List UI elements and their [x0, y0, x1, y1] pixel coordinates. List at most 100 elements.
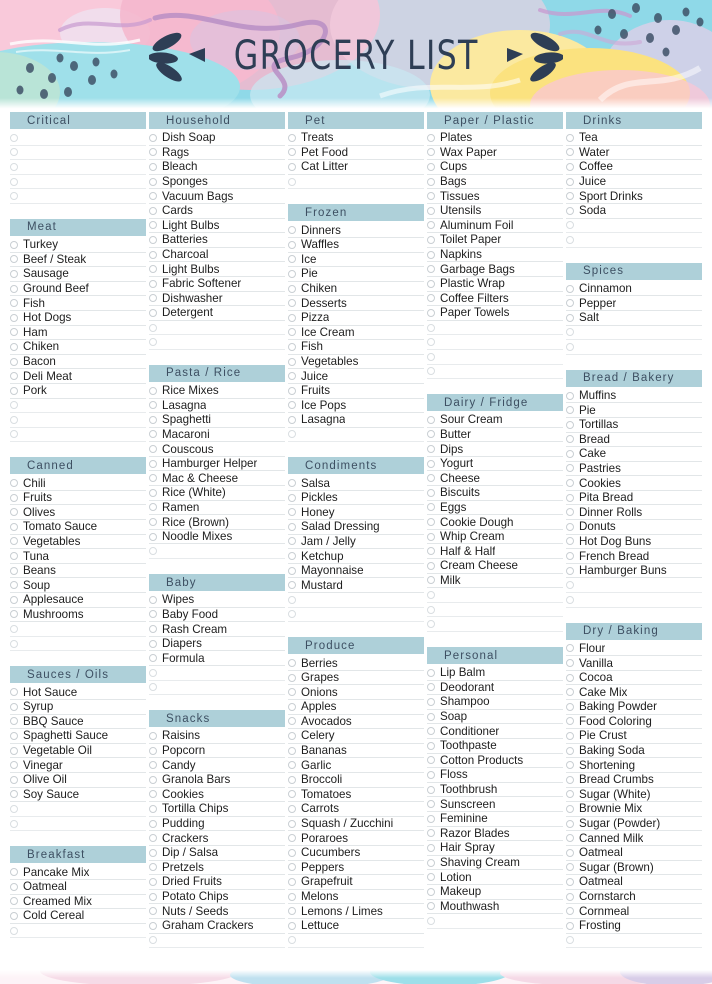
checklist-row[interactable]: Brownie Mix: [566, 802, 702, 817]
checklist-row[interactable]: Spaghetti Sauce: [10, 729, 146, 744]
checkbox-circle-icon[interactable]: [149, 265, 157, 274]
checkbox-circle-icon[interactable]: [10, 148, 18, 157]
checklist-row[interactable]: Juice: [566, 175, 702, 190]
checklist-row[interactable]: Cold Cereal: [10, 909, 146, 924]
checklist-row[interactable]: Water: [566, 146, 702, 161]
checkbox-circle-icon[interactable]: [10, 313, 18, 322]
checkbox-circle-icon[interactable]: [149, 133, 157, 142]
checklist-row-blank[interactable]: [10, 160, 146, 175]
checklist-row[interactable]: Light Bulbs: [149, 219, 285, 234]
checklist-row[interactable]: Vegetable Oil: [10, 744, 146, 759]
checklist-row[interactable]: Desserts: [288, 296, 424, 311]
checklist-row[interactable]: Bleach: [149, 160, 285, 175]
checkbox-circle-icon[interactable]: [288, 819, 296, 828]
checklist-row[interactable]: Fabric Softener: [149, 277, 285, 292]
checklist-row-blank[interactable]: [566, 593, 702, 608]
checkbox-circle-icon[interactable]: [288, 804, 296, 813]
checkbox-circle-icon[interactable]: [427, 712, 435, 721]
checklist-row-blank[interactable]: [10, 428, 146, 443]
checklist-row[interactable]: Cotton Products: [427, 754, 563, 769]
checklist-row-blank[interactable]: [427, 365, 563, 380]
checkbox-circle-icon[interactable]: [288, 415, 296, 424]
checkbox-circle-icon[interactable]: [149, 386, 157, 395]
checkbox-circle-icon[interactable]: [427, 323, 435, 332]
checklist-row[interactable]: Fruits: [10, 491, 146, 506]
checkbox-circle-icon[interactable]: [10, 790, 18, 799]
checklist-row[interactable]: Broccoli: [288, 773, 424, 788]
checklist-row[interactable]: Pie: [566, 403, 702, 418]
checkbox-circle-icon[interactable]: [10, 493, 18, 502]
checkbox-circle-icon[interactable]: [288, 401, 296, 410]
checklist-row-blank[interactable]: [288, 608, 424, 623]
checklist-row[interactable]: Mushrooms: [10, 608, 146, 623]
checklist-row[interactable]: Hot Dogs: [10, 311, 146, 326]
checklist-row[interactable]: Cake: [566, 447, 702, 462]
checklist-row[interactable]: Tuna: [10, 549, 146, 564]
checkbox-circle-icon[interactable]: [149, 488, 157, 497]
checklist-row[interactable]: Pretzels: [149, 861, 285, 876]
checkbox-circle-icon[interactable]: [427, 770, 435, 779]
checklist-row[interactable]: Chiken: [288, 282, 424, 297]
checklist-row-blank[interactable]: [10, 622, 146, 637]
checkbox-circle-icon[interactable]: [566, 775, 574, 784]
checkbox-circle-icon[interactable]: [288, 357, 296, 366]
checkbox-circle-icon[interactable]: [10, 192, 18, 201]
checklist-row[interactable]: Garbage Bags: [427, 262, 563, 277]
checklist-row[interactable]: Tomato Sauce: [10, 520, 146, 535]
checkbox-circle-icon[interactable]: [427, 367, 435, 376]
checkbox-circle-icon[interactable]: [149, 338, 157, 347]
checklist-row[interactable]: Squash / Zucchini: [288, 817, 424, 832]
checklist-row[interactable]: Donuts: [566, 520, 702, 535]
checkbox-circle-icon[interactable]: [149, 323, 157, 332]
checklist-row[interactable]: Vanilla: [566, 656, 702, 671]
checklist-row[interactable]: Diapers: [149, 637, 285, 652]
checkbox-circle-icon[interactable]: [566, 537, 574, 546]
checklist-row[interactable]: Shaving Cream: [427, 856, 563, 871]
checklist-row[interactable]: Shampoo: [427, 695, 563, 710]
checkbox-circle-icon[interactable]: [149, 474, 157, 483]
checkbox-circle-icon[interactable]: [566, 133, 574, 142]
checklist-row[interactable]: Mac & Cheese: [149, 471, 285, 487]
checkbox-circle-icon[interactable]: [288, 269, 296, 278]
checklist-row[interactable]: Noodle Mixes: [149, 530, 285, 545]
checklist-row[interactable]: Graham Crackers: [149, 919, 285, 934]
checklist-row[interactable]: Cucumbers: [288, 846, 424, 861]
checklist-row[interactable]: Salsa: [288, 476, 424, 491]
checkbox-circle-icon[interactable]: [10, 269, 18, 278]
checkbox-circle-icon[interactable]: [288, 177, 296, 186]
checklist-row-blank[interactable]: [10, 924, 146, 939]
checklist-row-blank[interactable]: [10, 802, 146, 817]
checkbox-circle-icon[interactable]: [427, 902, 435, 911]
checklist-row[interactable]: Canned Milk: [566, 831, 702, 846]
checkbox-circle-icon[interactable]: [149, 250, 157, 259]
checklist-row[interactable]: Soup: [10, 578, 146, 594]
checklist-row-blank[interactable]: [427, 914, 563, 929]
checklist-row-blank[interactable]: [10, 175, 146, 190]
checkbox-circle-icon[interactable]: [566, 834, 574, 843]
checkbox-circle-icon[interactable]: [149, 775, 157, 784]
checklist-row[interactable]: Olives: [10, 505, 146, 521]
checklist-row[interactable]: Tomatoes: [288, 788, 424, 803]
checklist-row[interactable]: Nuts / Seeds: [149, 904, 285, 919]
checklist-row[interactable]: Cat Litter: [288, 160, 424, 175]
checklist-row[interactable]: Cookie Dough: [427, 515, 563, 530]
checklist-row[interactable]: Grapefruit: [288, 875, 424, 890]
checklist-row[interactable]: Utensils: [427, 204, 563, 219]
checkbox-circle-icon[interactable]: [149, 294, 157, 303]
checkbox-circle-icon[interactable]: [427, 620, 435, 629]
checklist-row[interactable]: Mouthwash: [427, 900, 563, 915]
checkbox-circle-icon[interactable]: [10, 639, 18, 648]
checklist-row[interactable]: Bread: [566, 433, 702, 448]
checkbox-circle-icon[interactable]: [149, 177, 157, 186]
checkbox-circle-icon[interactable]: [10, 537, 18, 546]
checkbox-circle-icon[interactable]: [10, 522, 18, 531]
checkbox-circle-icon[interactable]: [566, 342, 574, 351]
checklist-row[interactable]: Coffee Filters: [427, 292, 563, 307]
checkbox-circle-icon[interactable]: [10, 688, 18, 697]
checklist-row[interactable]: Sugar (Brown): [566, 861, 702, 876]
checkbox-circle-icon[interactable]: [10, 479, 18, 488]
checkbox-circle-icon[interactable]: [566, 819, 574, 828]
checklist-row[interactable]: Lasagna: [288, 413, 424, 428]
checklist-row-blank[interactable]: [149, 321, 285, 336]
checkbox-circle-icon[interactable]: [149, 639, 157, 648]
